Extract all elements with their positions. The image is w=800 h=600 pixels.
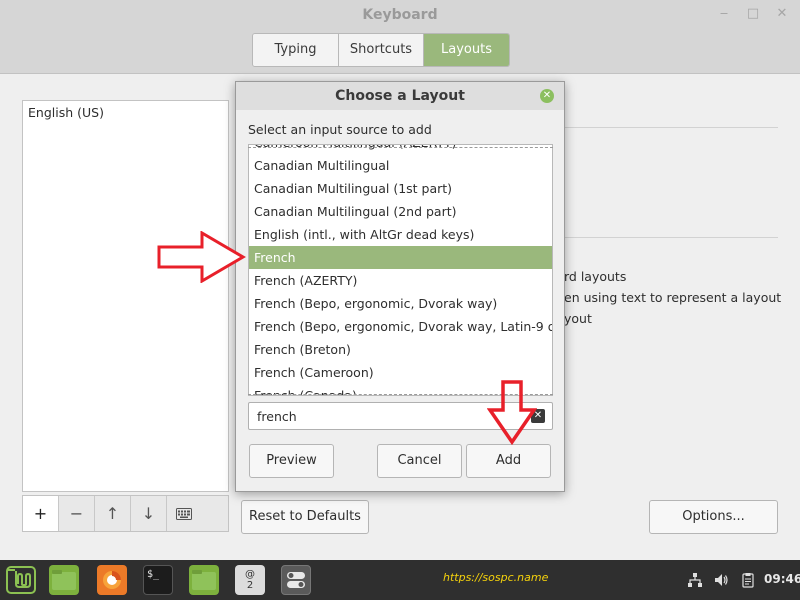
list-item[interactable]: Canadian Multilingual (2nd part) bbox=[249, 200, 552, 223]
scroll-indicator-top bbox=[248, 147, 553, 148]
list-item[interactable]: Canadian Multilingual (1st part) bbox=[249, 177, 552, 200]
divider bbox=[560, 127, 778, 128]
dialog-prompt: Select an input source to add bbox=[248, 122, 432, 137]
options-button[interactable]: Options... bbox=[649, 500, 778, 534]
minimize-button[interactable]: ‒ bbox=[716, 6, 732, 22]
option-label: yout bbox=[564, 311, 592, 326]
add-layout-button[interactable]: + bbox=[23, 496, 59, 531]
layouts-list[interactable]: English (US) bbox=[22, 100, 229, 492]
settings-launcher-active[interactable] bbox=[281, 565, 311, 595]
annotation-arrow-right-icon bbox=[157, 231, 246, 283]
linux-mint-logo-icon bbox=[6, 566, 36, 594]
list-item[interactable]: Canadian Multilingual bbox=[249, 154, 552, 177]
at-sign-icon: @ bbox=[245, 569, 255, 580]
folder-launcher[interactable] bbox=[189, 565, 219, 595]
layouts-list-toolbar: + − ↑ ↓ bbox=[22, 495, 229, 532]
maximize-button[interactable]: □ bbox=[745, 6, 761, 22]
volume-icon[interactable] bbox=[713, 572, 729, 588]
tab-typing[interactable]: Typing bbox=[253, 34, 339, 66]
add-button[interactable]: Add bbox=[466, 444, 551, 478]
dialog-close-icon[interactable]: ✕ bbox=[540, 89, 554, 103]
folder-icon bbox=[52, 570, 76, 590]
tab-shortcuts[interactable]: Shortcuts bbox=[339, 34, 424, 66]
file-manager-launcher[interactable] bbox=[49, 565, 79, 595]
folder-icon bbox=[192, 570, 216, 590]
option-label: rd layouts bbox=[564, 269, 627, 284]
list-item[interactable]: French (Breton) bbox=[249, 338, 552, 361]
clipboard-icon[interactable] bbox=[740, 572, 756, 588]
list-item[interactable]: Cameroon Multilingual (AZERTY) bbox=[249, 145, 552, 154]
network-icon[interactable] bbox=[687, 572, 703, 588]
terminal-launcher[interactable]: $_ bbox=[143, 565, 173, 595]
list-item-selected[interactable]: French bbox=[249, 246, 552, 269]
annotation-arrow-down-icon bbox=[487, 380, 537, 446]
menu-button[interactable] bbox=[4, 564, 38, 596]
firefox-icon bbox=[103, 571, 121, 589]
window-count: 2 bbox=[246, 580, 254, 591]
firefox-launcher[interactable] bbox=[97, 565, 127, 595]
keyboard-icon bbox=[176, 507, 192, 520]
taskbar: $_ @ 2 https://sospc.name 09:46 bbox=[0, 560, 800, 600]
clock[interactable]: 09:46 bbox=[764, 572, 800, 586]
cancel-button[interactable]: Cancel bbox=[377, 444, 462, 478]
option-label: en using text to represent a layout bbox=[564, 290, 782, 305]
list-item[interactable]: English (US) bbox=[23, 101, 228, 124]
search-value: french bbox=[257, 409, 297, 424]
toggle-settings-icon bbox=[287, 572, 305, 588]
list-item[interactable]: French (Bepo, ergonomic, Dvorak way) bbox=[249, 292, 552, 315]
divider bbox=[560, 237, 778, 238]
watermark-url: https://sospc.name bbox=[443, 571, 549, 584]
show-keyboard-layout-button[interactable] bbox=[167, 496, 201, 531]
close-window-button[interactable]: ✕ bbox=[774, 6, 790, 22]
mail-launcher[interactable]: @ 2 bbox=[235, 565, 265, 595]
move-down-button[interactable]: ↓ bbox=[131, 496, 167, 531]
remove-layout-button[interactable]: − bbox=[59, 496, 95, 531]
list-item[interactable]: French (AZERTY) bbox=[249, 269, 552, 292]
preview-button[interactable]: Preview bbox=[249, 444, 334, 478]
move-up-button[interactable]: ↑ bbox=[95, 496, 131, 531]
dialog-title: Choose a Layout bbox=[236, 82, 564, 110]
list-item[interactable]: English (intl., with AltGr dead keys) bbox=[249, 223, 552, 246]
window-title: Keyboard bbox=[362, 7, 438, 23]
tab-bar: Typing Shortcuts Layouts bbox=[252, 33, 510, 67]
list-item[interactable]: French (Bepo, ergonomic, Dvorak way, Lat… bbox=[249, 315, 552, 338]
input-source-list[interactable]: Cameroon Multilingual (AZERTY) Canadian … bbox=[248, 144, 553, 396]
reset-to-defaults-button[interactable]: Reset to Defaults bbox=[241, 500, 369, 534]
tab-layouts[interactable]: Layouts bbox=[424, 34, 509, 66]
window-titlebar: Keyboard ‒ □ ✕ Typing Shortcuts Layouts bbox=[0, 0, 800, 74]
